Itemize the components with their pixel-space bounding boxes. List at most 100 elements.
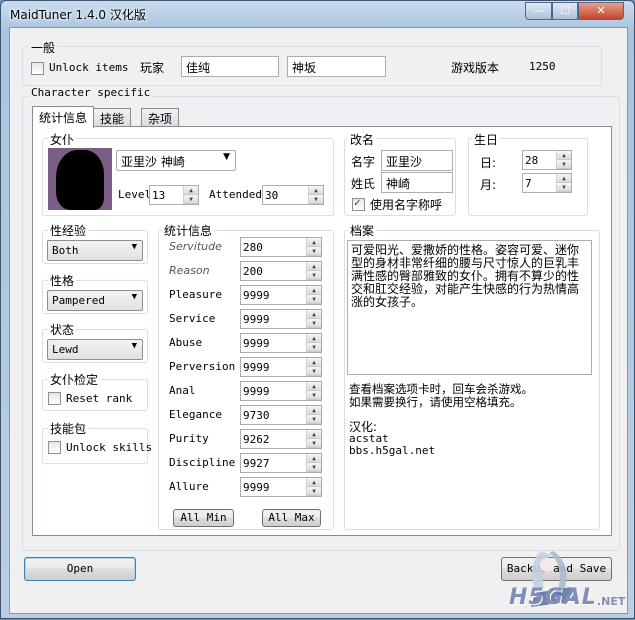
personality-legend: 性格 [48, 272, 77, 289]
player-last-name-field[interactable]: 神坂 [287, 56, 386, 77]
skill-pack-legend: 技能包 [48, 420, 89, 437]
reset-rank-label: Reset rank [66, 392, 133, 405]
maid-legend: 女仆 [48, 131, 77, 148]
sex-experience-value: Both [52, 244, 79, 257]
all-max-button[interactable]: All Max [262, 509, 321, 527]
maximize-button[interactable]: ☐ [552, 2, 578, 20]
spin-down-icon[interactable]: ▼ [307, 367, 321, 376]
spin-up-icon[interactable]: ▲ [307, 286, 321, 295]
first-name-field[interactable]: 亚里沙 [381, 150, 453, 171]
stat-spinner-pleasure[interactable]: 9999 ▲ ▼ [240, 285, 322, 305]
personality-value: Pampered [52, 294, 105, 307]
spin-down-icon[interactable]: ▼ [307, 319, 321, 328]
stat-spinner-reason[interactable]: 200 ▲ ▼ [240, 261, 322, 281]
spin-up-icon[interactable]: ▲ [307, 406, 321, 415]
all-min-button[interactable]: All Min [173, 509, 234, 527]
stat-spinner-service[interactable]: 9999 ▲ ▼ [240, 309, 322, 329]
unlock-skills-checkbox[interactable] [48, 441, 61, 454]
spin-down-icon[interactable]: ▼ [557, 160, 571, 169]
profile-note-newline: 如果需要换行，请使用空格填充。 [349, 395, 522, 409]
spin-down-icon[interactable]: ▼ [184, 195, 198, 204]
spin-up-icon[interactable]: ▲ [557, 174, 571, 183]
spin-down-icon[interactable]: ▼ [309, 195, 323, 204]
stat-label-reason: Reason [169, 264, 210, 277]
stat-value: 9999 [243, 481, 270, 494]
reset-rank-checkbox[interactable] [48, 392, 61, 405]
unlock-items-checkbox[interactable] [31, 62, 44, 75]
spin-up-icon[interactable]: ▲ [307, 262, 321, 271]
spin-down-icon[interactable]: ▼ [307, 295, 321, 304]
birthday-day-spinner[interactable]: 28 ▲ ▼ [522, 150, 572, 170]
spin-up-icon[interactable]: ▲ [307, 358, 321, 367]
spin-down-icon[interactable]: ▼ [307, 343, 321, 352]
sex-experience-legend: 性经验 [48, 222, 89, 239]
maid-portrait-image [48, 148, 112, 210]
personality-select[interactable]: Pampered ▼ [47, 290, 143, 311]
stat-value: 9999 [243, 313, 270, 326]
stat-label-pleasure: Pleasure [169, 288, 222, 301]
birthday-month-value: 7 [525, 177, 532, 190]
stat-spinner-allure[interactable]: 9999 ▲ ▼ [240, 477, 322, 497]
spin-up-icon[interactable]: ▲ [307, 382, 321, 391]
stat-spinner-anal[interactable]: 9999 ▲ ▼ [240, 381, 322, 401]
spin-down-icon[interactable]: ▼ [307, 415, 321, 424]
tab-stats[interactable]: 统计信息 [32, 106, 95, 128]
stat-spinner-discipline[interactable]: 9927 ▲ ▼ [240, 453, 322, 473]
spin-down-icon[interactable]: ▼ [307, 487, 321, 496]
spin-down-icon[interactable]: ▼ [307, 247, 321, 256]
spin-down-icon[interactable]: ▼ [307, 439, 321, 448]
last-name-label: 姓氏 [351, 177, 376, 191]
stats-list: Servitude 280 ▲ ▼ Reason 200 ▲ ▼ Pleasure 9999 ▲ ▼ S… [169, 237, 329, 501]
spin-up-icon[interactable]: ▲ [184, 186, 198, 195]
condition-value: Lewd [52, 343, 79, 356]
attended-spinner[interactable]: 30 ▲ ▼ [262, 185, 324, 205]
spin-up-icon[interactable]: ▲ [309, 186, 323, 195]
spin-up-icon[interactable]: ▲ [307, 238, 321, 247]
open-button[interactable]: Open [24, 557, 136, 581]
level-value: 13 [152, 189, 166, 202]
spin-down-icon[interactable]: ▼ [307, 391, 321, 400]
spin-up-icon[interactable]: ▲ [307, 454, 321, 463]
stat-spinner-purity[interactable]: 9262 ▲ ▼ [240, 429, 322, 449]
sex-experience-select[interactable]: Both ▼ [47, 240, 143, 261]
stat-label-servitude: Servitude [169, 240, 222, 253]
close-button[interactable]: ✕ [578, 2, 624, 20]
stat-spinner-servitude[interactable]: 280 ▲ ▼ [240, 237, 322, 257]
stat-value: 280 [243, 241, 263, 254]
spin-up-icon[interactable]: ▲ [307, 478, 321, 487]
stat-spinner-elegance[interactable]: 9730 ▲ ▼ [240, 405, 322, 425]
stat-label-abuse: Abuse [169, 336, 203, 349]
stat-label-allure: Allure [169, 480, 209, 493]
spin-down-icon[interactable]: ▼ [307, 463, 321, 472]
spin-up-icon[interactable]: ▲ [557, 151, 571, 160]
stat-spinner-abuse[interactable]: 9999 ▲ ▼ [240, 333, 322, 353]
condition-select[interactable]: Lewd ▼ [47, 339, 143, 360]
last-name-field[interactable]: 神崎 [381, 172, 453, 193]
watermark-text: H5GAL [509, 585, 597, 610]
spin-down-icon[interactable]: ▼ [307, 271, 321, 280]
profile-legend: 档案 [348, 222, 377, 239]
character-specific-legend: Character specific [29, 86, 153, 99]
spin-down-icon[interactable]: ▼ [557, 183, 571, 192]
profile-textarea[interactable]: 可爱阳光、爱撒娇的性格。姿容可爱、迷你型的身材非常纤细的腰与尺寸惊人的巨乳丰满性… [347, 240, 592, 375]
stat-value: 9262 [243, 433, 270, 446]
level-spinner[interactable]: 13 ▲ ▼ [149, 185, 199, 205]
stat-spinner-perversion[interactable]: 9999 ▲ ▼ [240, 357, 322, 377]
attended-value: 30 [265, 189, 279, 202]
stat-value: 200 [243, 265, 263, 278]
minimize-button[interactable]: — [525, 2, 552, 20]
title-bar[interactable]: MaidTuner 1.4.0 汉化版 — ☐ ✕ [1, 1, 634, 25]
maid-select[interactable]: 亚里沙 神崎 ▼ [116, 150, 236, 171]
app-window: MaidTuner 1.4.0 汉化版 — ☐ ✕ 一般 Unlock item… [0, 0, 635, 619]
stat-label-purity: Purity [169, 432, 209, 445]
use-nickname-checkbox[interactable] [352, 196, 365, 211]
spin-up-icon[interactable]: ▲ [307, 334, 321, 343]
stat-label-discipline: Discipline [169, 456, 236, 469]
spin-up-icon[interactable]: ▲ [307, 430, 321, 439]
player-first-name-field[interactable]: 佳纯 [181, 56, 279, 77]
tab-misc[interactable]: 杂项 [141, 108, 180, 126]
spin-up-icon[interactable]: ▲ [307, 310, 321, 319]
birthday-month-spinner[interactable]: 7 ▲ ▼ [522, 173, 572, 193]
level-label: Level [118, 188, 152, 201]
tab-skills[interactable]: 技能 [93, 108, 132, 126]
